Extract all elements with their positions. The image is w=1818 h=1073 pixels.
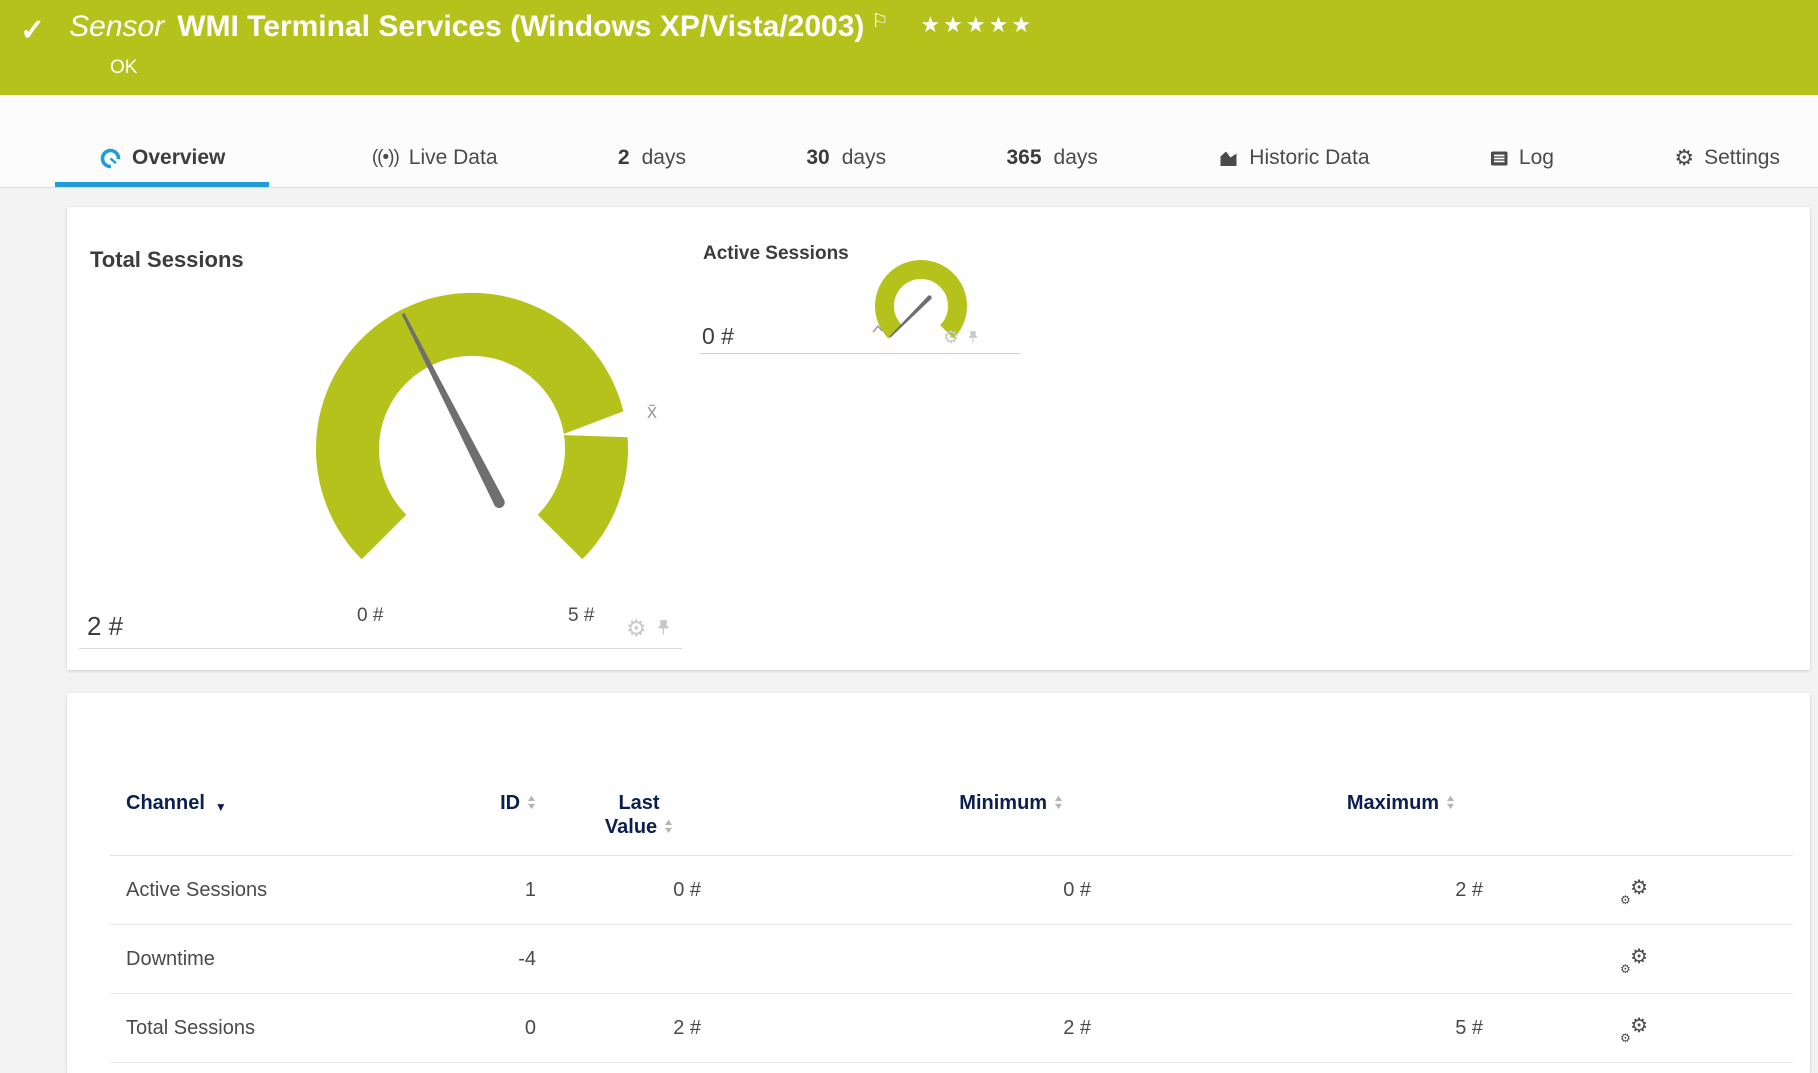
average-marker-label: x̄ [647,401,657,424]
log-list-icon [1490,150,1509,167]
column-header-channel[interactable]: Channel ▼ [110,791,476,839]
channel-settings-icon[interactable]: ⚙⚙ [1620,877,1648,903]
channel-maximum: 5 # [1091,1017,1483,1040]
sort-arrows-icon: ▲▼ [1054,794,1063,810]
column-header-label: Value [605,815,657,839]
tab-label: days [642,146,686,170]
channel-settings-icon[interactable]: ⚙⚙ [1620,1015,1648,1041]
active-sessions-current-value: 0 # [702,323,734,350]
channel-id: 0 [476,1017,536,1040]
column-header-last-value[interactable]: Last Value ▲▼ [577,791,701,839]
sort-caret-icon: ▼ [215,795,227,819]
column-header-label: Channel [126,791,205,815]
pin-icon[interactable] [656,619,671,641]
tab-live-data[interactable]: ((•)) Live Data [354,146,516,187]
gear-icon[interactable]: ⚙ [943,327,959,348]
pin-icon[interactable] [967,330,979,349]
column-header-label: Minimum [959,791,1047,815]
gauge-icon [99,147,122,170]
divider [700,353,1020,354]
sort-arrows-icon: ▲▼ [527,794,536,810]
channel-name: Downtime [110,948,476,971]
tab-label: days [1054,146,1098,170]
gear-icon[interactable]: ⚙ [626,615,647,642]
channel-name: Active Sessions [110,879,476,902]
tab-historic-data[interactable]: Historic Data [1200,146,1387,187]
gauges-panel: Total Sessions x̄ 0 # 5 # 2 # ⚙ Active S… [67,207,1810,670]
total-sessions-gauge [287,269,677,599]
channel-table: Channel ▼ ID ▲▼ Last Value ▲▼ Minimum ▲▼… [110,693,1793,1063]
tab-overview[interactable]: Overview [55,146,269,187]
flag-icon[interactable]: ⚐ [871,10,888,33]
tab-number: 2 [618,146,630,170]
area-chart-icon [1218,149,1239,168]
page-title: WMI Terminal Services (Windows XP/Vista/… [177,10,864,44]
channel-minimum: 0 # [701,879,1091,902]
table-header-row: Channel ▼ ID ▲▼ Last Value ▲▼ Minimum ▲▼… [110,693,1793,856]
active-sessions-gauge [866,251,976,361]
tab-number: 365 [1006,146,1041,170]
channel-id: -4 [476,948,536,971]
tab-label: Historic Data [1249,146,1369,170]
channel-last-value: 2 # [536,1017,701,1040]
channels-panel: Channel ▼ ID ▲▼ Last Value ▲▼ Minimum ▲▼… [67,693,1810,1073]
status-badge: OK [110,57,137,79]
tab-label: days [842,146,886,170]
tab-bar: Overview ((•)) Live Data 2 days 30 days … [0,95,1818,188]
tab-30-days[interactable]: 30 days [788,146,904,187]
priority-stars[interactable]: ★★★★★ [920,12,1034,38]
tab-365-days[interactable]: 365 days [988,146,1115,187]
tab-label: Settings [1704,146,1780,170]
gauge-scale-min-label: 0 # [357,605,383,627]
channel-id: 1 [476,879,536,902]
divider [79,648,682,649]
channel-minimum: 2 # [701,1017,1091,1040]
gauge-scale-max-label: 5 # [568,605,594,627]
channel-name: Total Sessions [110,1017,476,1040]
total-sessions-gauge-title: Total Sessions [90,247,244,273]
sort-arrows-icon: ▲▼ [1446,794,1455,810]
table-row: Active Sessions 1 0 # 0 # 2 # ⚙⚙ [110,856,1793,925]
table-row: Downtime -4 ⚙⚙ [110,925,1793,994]
live-data-icon: ((•)) [372,147,399,169]
column-header-label: ID [500,791,520,815]
tab-settings[interactable]: ⚙ Settings [1656,146,1798,187]
channel-settings-icon[interactable]: ⚙⚙ [1620,946,1648,972]
table-row: Total Sessions 0 2 # 2 # 5 # ⚙⚙ [110,994,1793,1063]
column-header-label: Maximum [1347,791,1439,815]
tab-label: Log [1519,146,1554,170]
channel-maximum: 2 # [1091,879,1483,902]
sort-arrows-icon: ▲▼ [664,818,673,839]
channel-last-value: 0 # [536,879,701,902]
gear-icon: ⚙ [1674,147,1694,169]
active-sessions-gauge-title: Active Sessions [703,243,849,265]
tab-label: Live Data [409,146,498,170]
tab-number: 30 [806,146,829,170]
object-kind-label: Sensor [69,10,164,44]
status-check-icon: ✓ [20,13,45,48]
column-header-maximum[interactable]: Maximum ▲▼ [1091,791,1483,839]
total-sessions-current-value: 2 # [87,611,123,642]
column-header-id[interactable]: ID ▲▼ [476,791,536,839]
column-header-label: Last [618,791,659,815]
column-header-minimum[interactable]: Minimum ▲▼ [701,791,1091,839]
tab-log[interactable]: Log [1472,146,1572,187]
tab-label: Overview [132,146,225,170]
tab-2-days[interactable]: 2 days [600,146,704,187]
sensor-status-header: ✓ Sensor WMI Terminal Services (Windows … [0,0,1818,95]
